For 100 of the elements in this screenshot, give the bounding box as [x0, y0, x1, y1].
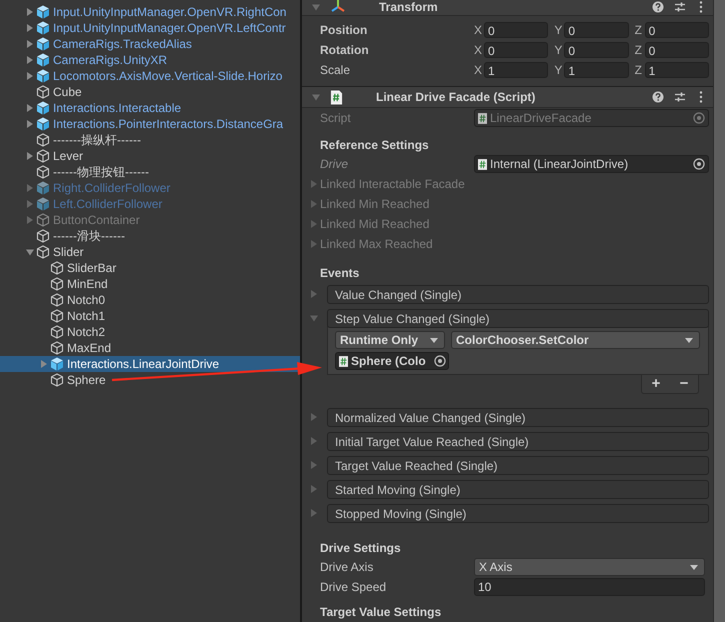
hierarchy-item[interactable]: Input.UnityInputManager.OpenVR.LeftContr — [0, 20, 300, 36]
settings-icon[interactable] — [674, 91, 686, 103]
number-field[interactable]: 1 — [564, 62, 629, 78]
object-field[interactable]: Sphere (Colo — [335, 352, 449, 370]
number-field[interactable]: 0 — [564, 42, 629, 58]
caret-icon[interactable] — [26, 24, 34, 32]
component-header[interactable]: Linear Drive Facade (Script) — [302, 86, 713, 108]
caret-icon[interactable] — [26, 248, 34, 256]
caret-icon[interactable] — [26, 200, 34, 208]
caret-icon[interactable] — [310, 509, 318, 517]
caret-icon[interactable] — [26, 8, 34, 16]
event-header[interactable]: Started Moving (Single) — [327, 480, 709, 498]
caret-icon[interactable] — [310, 485, 318, 493]
field-value: Internal (LinearJointDrive) — [490, 157, 628, 171]
number-field[interactable]: 10 — [474, 578, 705, 596]
object-picker-icon[interactable] — [434, 355, 446, 367]
number-field[interactable]: 1 — [484, 62, 548, 78]
object-field[interactable]: Internal (LinearJointDrive) — [474, 155, 709, 173]
caret-icon[interactable] — [26, 72, 34, 80]
axis-label: Z — [634, 43, 643, 57]
menu-icon[interactable] — [699, 0, 703, 12]
item-name: CameraRigs.UnityXR — [53, 53, 168, 67]
function-dropdown[interactable]: ColorChooser.SetColor — [451, 331, 700, 349]
hierarchy-item[interactable]: Lever — [0, 148, 300, 164]
section-heading: Target Value Settings — [320, 604, 442, 621]
caret-icon[interactable] — [310, 413, 318, 421]
caret-icon[interactable] — [310, 200, 318, 208]
cube-icon — [50, 373, 64, 387]
hierarchy-item[interactable]: ------滑块------ — [0, 228, 300, 244]
caret-icon[interactable] — [40, 360, 48, 368]
caret-icon[interactable] — [310, 461, 318, 469]
menu-icon[interactable] — [699, 91, 703, 103]
item-name: Notch0 — [67, 293, 106, 307]
hierarchy-item[interactable]: CameraRigs.UnityXR — [0, 52, 300, 68]
component-header[interactable]: Transform — [302, 0, 713, 16]
caret-icon[interactable] — [26, 216, 34, 224]
item-name: Notch2 — [67, 325, 106, 339]
help-icon[interactable] — [652, 91, 664, 103]
caret-icon[interactable] — [26, 152, 34, 160]
event-header[interactable]: Initial Target Value Reached (Single) — [327, 432, 709, 450]
axis-label: Z — [634, 63, 643, 77]
caret-icon[interactable] — [26, 184, 34, 192]
hierarchy-item[interactable]: Locomotors.AxisMove.Vertical-Slide.Horizo — [0, 68, 300, 84]
caret-icon[interactable] — [310, 240, 318, 248]
cube-icon — [50, 325, 64, 339]
number-field[interactable]: 0 — [644, 22, 709, 38]
event-header[interactable]: Target Value Reached (Single) — [327, 456, 709, 474]
hierarchy-item[interactable]: Interactions.LinearJointDrive — [0, 356, 300, 372]
event-header[interactable]: Value Changed (Single) — [327, 284, 709, 304]
section-heading: Drive Settings — [320, 540, 402, 557]
hierarchy-item[interactable]: MinEnd — [0, 276, 300, 292]
dropdown-value: X Axis — [479, 560, 512, 574]
help-icon[interactable] — [652, 0, 664, 12]
hierarchy-item[interactable]: SliderBar — [0, 260, 300, 276]
hierarchy-item[interactable]: Sphere — [0, 372, 300, 388]
item-name: Input.UnityInputManager.OpenVR.LeftContr — [53, 21, 286, 35]
caret-icon[interactable] — [310, 314, 318, 322]
hierarchy-item[interactable]: MaxEnd — [0, 340, 300, 356]
caret-icon[interactable] — [312, 2, 320, 10]
mode-dropdown[interactable]: Runtime Only — [335, 331, 445, 349]
number-field[interactable]: 0 — [644, 42, 709, 58]
caret-icon[interactable] — [312, 93, 320, 101]
hierarchy-item[interactable]: Cube — [0, 84, 300, 100]
component-title: Transform — [379, 0, 438, 14]
caret-icon[interactable] — [26, 104, 34, 112]
scrollbar[interactable] — [713, 0, 725, 622]
item-name: Left.ColliderFollower — [53, 197, 162, 211]
hierarchy-item[interactable]: Interactions.PointerInteractors.DistanceGra — [0, 116, 300, 132]
caret-icon[interactable] — [310, 180, 318, 188]
hierarchy-item[interactable]: Notch2 — [0, 324, 300, 340]
caret-icon[interactable] — [310, 220, 318, 228]
remove-button[interactable]: − — [676, 376, 692, 392]
event-header[interactable]: Step Value Changed (Single) — [327, 308, 709, 328]
hierarchy-item[interactable]: CameraRigs.TrackedAlias — [0, 36, 300, 52]
hierarchy-item[interactable]: Notch0 — [0, 292, 300, 308]
caret-icon[interactable] — [26, 40, 34, 48]
hierarchy-item[interactable]: Input.UnityInputManager.OpenVR.RightCon — [0, 4, 300, 20]
object-picker-icon[interactable] — [693, 158, 705, 170]
hierarchy-item[interactable]: Notch1 — [0, 308, 300, 324]
number-field[interactable]: 0 — [484, 42, 548, 58]
hierarchy-item[interactable]: Slider — [0, 244, 300, 260]
settings-icon[interactable] — [674, 0, 686, 12]
caret-icon[interactable] — [310, 290, 318, 298]
number-field[interactable]: 0 — [484, 22, 548, 38]
number-field[interactable]: 0 — [564, 22, 629, 38]
number-field[interactable]: 1 — [644, 62, 709, 78]
axis-label: X — [474, 43, 484, 57]
event-header[interactable]: Stopped Moving (Single) — [327, 504, 709, 522]
cube-icon — [36, 229, 50, 243]
caret-icon[interactable] — [26, 120, 34, 128]
event-header[interactable]: Normalized Value Changed (Single) — [327, 408, 709, 426]
prefab-cube-icon — [36, 197, 50, 211]
caret-icon[interactable] — [310, 437, 318, 445]
hierarchy-item[interactable]: -------操纵杆------ — [0, 132, 300, 148]
axis-dropdown[interactable]: X Axis — [474, 558, 705, 576]
item-name: Sphere — [67, 373, 106, 387]
add-button[interactable]: + — [648, 376, 664, 392]
hierarchy-item[interactable]: ------物理按钮------ — [0, 164, 300, 180]
caret-icon[interactable] — [26, 56, 34, 64]
hierarchy-item[interactable]: Interactions.Interactable — [0, 100, 300, 116]
